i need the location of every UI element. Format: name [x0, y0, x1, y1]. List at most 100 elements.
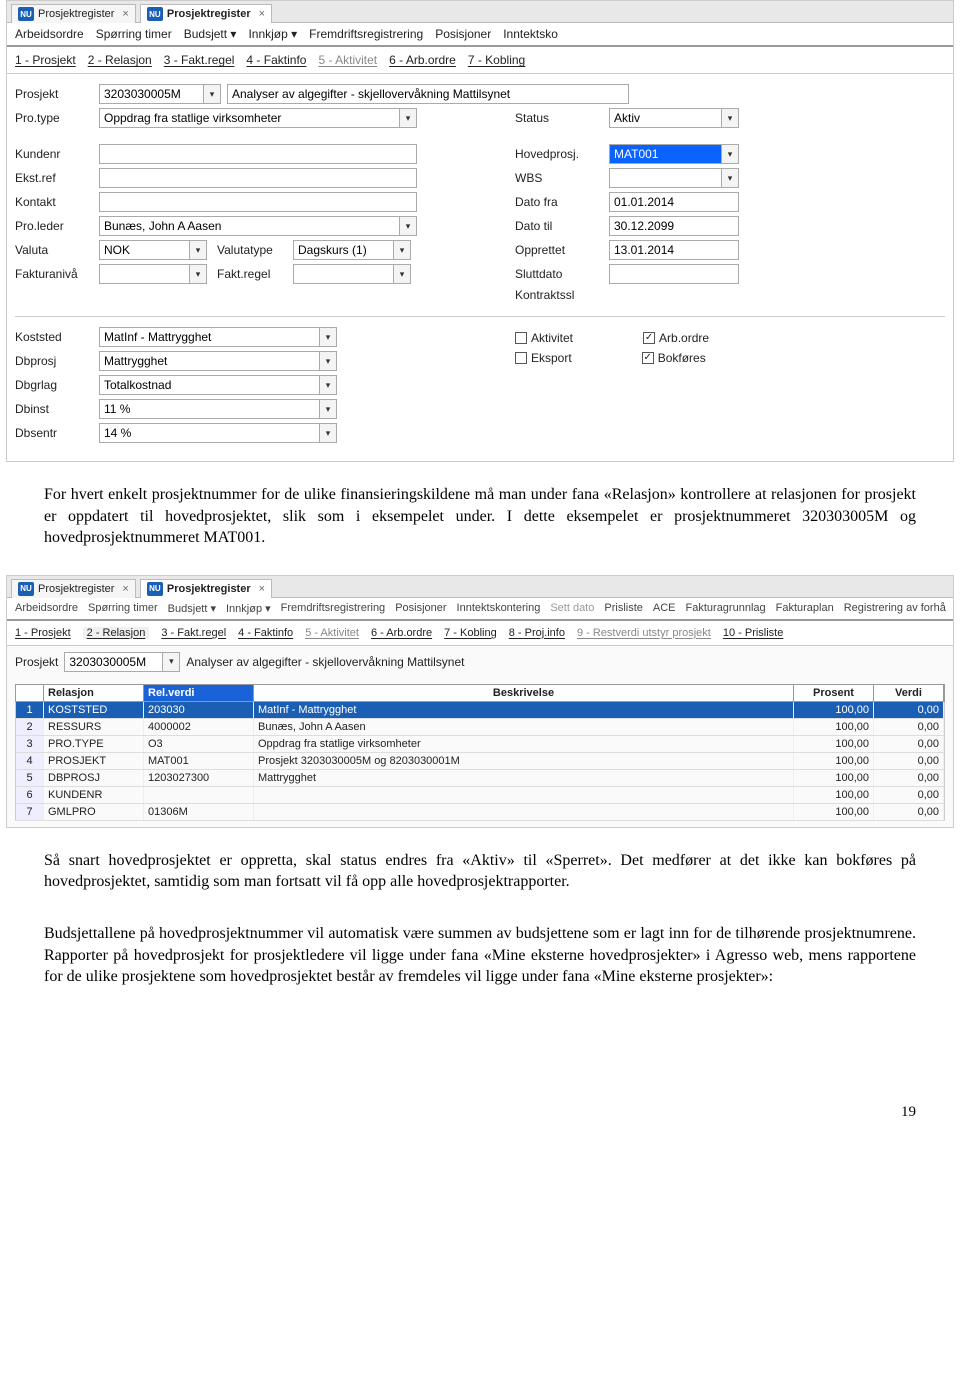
hovedprosj-field[interactable] [609, 144, 721, 164]
col-relasjon[interactable]: Relasjon [44, 685, 144, 701]
checkbox-aktivitet[interactable]: Aktivitet [515, 331, 573, 345]
subtab2-3[interactable]: 3 - Fakt.regel [161, 627, 226, 639]
menu2-11[interactable]: Fakturaplan [776, 602, 834, 615]
col-verdi[interactable]: Verdi [874, 685, 944, 701]
subtab2-6[interactable]: 6 - Arb.ordre [371, 627, 432, 639]
chevron-down-icon[interactable]: ▾ [721, 144, 739, 164]
koststed-field[interactable] [99, 327, 319, 347]
menu-sporring-timer[interactable]: Spørring timer [96, 27, 172, 41]
table-row[interactable]: 6KUNDENR100,000,00 [15, 787, 945, 804]
menu2-12[interactable]: Registrering av forhå [844, 602, 946, 615]
table-row[interactable]: 4PROSJEKTMAT001Prosjekt 3203030005M og 8… [15, 753, 945, 770]
checkbox-arbordre[interactable]: ✓Arb.ordre [643, 331, 709, 345]
menu-budsjett[interactable]: Budsjett ▾ [184, 27, 237, 41]
chevron-down-icon[interactable]: ▾ [203, 84, 221, 104]
valutatype-field[interactable] [293, 240, 393, 260]
menu2-4[interactable]: Fremdriftsregistrering [281, 602, 386, 615]
chevron-down-icon[interactable]: ▾ [721, 108, 739, 128]
menu2-3[interactable]: Innkjøp ▾ [226, 602, 271, 615]
valuta-field[interactable] [99, 240, 189, 260]
table-row[interactable]: 7GMLPRO01306M100,000,00 [15, 804, 945, 821]
col-relverdi[interactable]: Rel.verdi [144, 685, 254, 701]
col-num[interactable] [16, 685, 44, 701]
subtab-1-prosjekt[interactable]: 1 - Prosjekt [15, 53, 76, 67]
chevron-down-icon[interactable]: ▾ [162, 652, 180, 672]
protype-field[interactable] [99, 108, 399, 128]
menu2-9[interactable]: ACE [653, 602, 676, 615]
chevron-down-icon[interactable]: ▾ [189, 264, 207, 284]
menu2-7[interactable]: Sett dato [550, 602, 594, 615]
faktregel-field[interactable] [293, 264, 393, 284]
chevron-down-icon[interactable]: ▾ [399, 108, 417, 128]
subtab2-9[interactable]: 9 - Restverdi utstyr prosjekt [577, 627, 711, 639]
chevron-down-icon[interactable]: ▾ [319, 327, 337, 347]
subtab2-1[interactable]: 1 - Prosjekt [15, 627, 71, 639]
dbgrlag-field[interactable] [99, 375, 319, 395]
col-prosent[interactable]: Prosent [794, 685, 874, 701]
window-tab-2b[interactable]: NUProsjektregister [140, 579, 272, 598]
subtab-4-faktinfo[interactable]: 4 - Faktinfo [246, 53, 306, 67]
subtab-2-relasjon[interactable]: 2 - Relasjon [88, 53, 152, 67]
menu2-8[interactable]: Prisliste [604, 602, 643, 615]
subtab-7-kobling[interactable]: 7 - Kobling [468, 53, 525, 67]
checkbox-bokfores[interactable]: ✓Bokføres [642, 351, 706, 365]
dbinst-field[interactable] [99, 399, 319, 419]
window-tab-2[interactable]: NUProsjektregister [140, 4, 272, 23]
opprettet-field[interactable] [609, 240, 739, 260]
checkbox-eksport[interactable]: Eksport [515, 351, 572, 365]
menu2-2[interactable]: Budsjett ▾ [168, 602, 216, 615]
kontakt-field[interactable] [99, 192, 417, 212]
datofra-field[interactable] [609, 192, 739, 212]
menu2-1[interactable]: Spørring timer [88, 602, 158, 615]
menu-fremdrift[interactable]: Fremdriftsregistrering [309, 27, 423, 41]
chevron-down-icon[interactable]: ▾ [721, 168, 739, 188]
subtab2-8[interactable]: 8 - Proj.info [509, 627, 565, 639]
prosjekt-field-2[interactable] [64, 652, 162, 672]
table-row[interactable]: 2RESSURS4000002Bunæs, John A Aasen100,00… [15, 719, 945, 736]
menu2-0[interactable]: Arbeidsordre [15, 602, 78, 615]
chevron-down-icon[interactable]: ▾ [399, 216, 417, 236]
menu2-5[interactable]: Posisjoner [395, 602, 446, 615]
fakturaniva-field[interactable] [99, 264, 189, 284]
subtab2-7[interactable]: 7 - Kobling [444, 627, 497, 639]
table-row[interactable]: 1KOSTSTED203030MatInf - Mattrygghet100,0… [15, 702, 945, 719]
dbsentr-field[interactable] [99, 423, 319, 443]
status-field[interactable] [609, 108, 721, 128]
chevron-down-icon[interactable]: ▾ [319, 375, 337, 395]
chevron-down-icon[interactable]: ▾ [319, 423, 337, 443]
subtab2-5[interactable]: 5 - Aktivitet [305, 627, 359, 639]
proleder-field[interactable] [99, 216, 399, 236]
kundenr-field[interactable] [99, 144, 417, 164]
subtab-3-faktregel[interactable]: 3 - Fakt.regel [164, 53, 235, 67]
subtab-6-arbordre[interactable]: 6 - Arb.ordre [389, 53, 456, 67]
menu2-10[interactable]: Fakturagrunnlag [686, 602, 766, 615]
window-tab-1[interactable]: NUProsjektregister [11, 4, 136, 23]
table-row[interactable]: 3PRO.TYPEO3Oppdrag fra statlige virksomh… [15, 736, 945, 753]
ekstref-field[interactable] [99, 168, 417, 188]
menu2-6[interactable]: Inntektskontering [457, 602, 541, 615]
window-tab-1b[interactable]: NUProsjektregister [11, 579, 136, 598]
chevron-down-icon[interactable]: ▾ [319, 351, 337, 371]
prosjekt-field[interactable] [99, 84, 203, 104]
menu-posisjoner[interactable]: Posisjoner [435, 27, 491, 41]
sluttdato-field[interactable] [609, 264, 739, 284]
subtab2-10[interactable]: 10 - Prisliste [723, 627, 784, 639]
cell-relasjon: DBPROSJ [44, 770, 144, 786]
subtab2-4[interactable]: 4 - Faktinfo [238, 627, 293, 639]
table-row[interactable]: 5DBPROSJ1203027300Mattrygghet100,000,00 [15, 770, 945, 787]
menu-innkjop[interactable]: Innkjøp ▾ [248, 27, 297, 41]
dbprosj-field[interactable] [99, 351, 319, 371]
subtab2-2-relasjon[interactable]: 2 - Relasjon [83, 627, 150, 639]
prosjekt-name-field[interactable] [227, 84, 629, 104]
menu-inntektsko[interactable]: Inntektsko [503, 27, 558, 41]
datotil-field[interactable] [609, 216, 739, 236]
chevron-down-icon[interactable]: ▾ [319, 399, 337, 419]
chevron-down-icon[interactable]: ▾ [189, 240, 207, 260]
chevron-down-icon[interactable]: ▾ [393, 264, 411, 284]
subtab-5-aktivitet[interactable]: 5 - Aktivitet [318, 53, 377, 67]
cell-verdi: 0,00 [874, 804, 944, 820]
col-beskrivelse[interactable]: Beskrivelse [254, 685, 794, 701]
menu-arbeidsordre[interactable]: Arbeidsordre [15, 27, 84, 41]
wbs-field[interactable] [609, 168, 721, 188]
chevron-down-icon[interactable]: ▾ [393, 240, 411, 260]
